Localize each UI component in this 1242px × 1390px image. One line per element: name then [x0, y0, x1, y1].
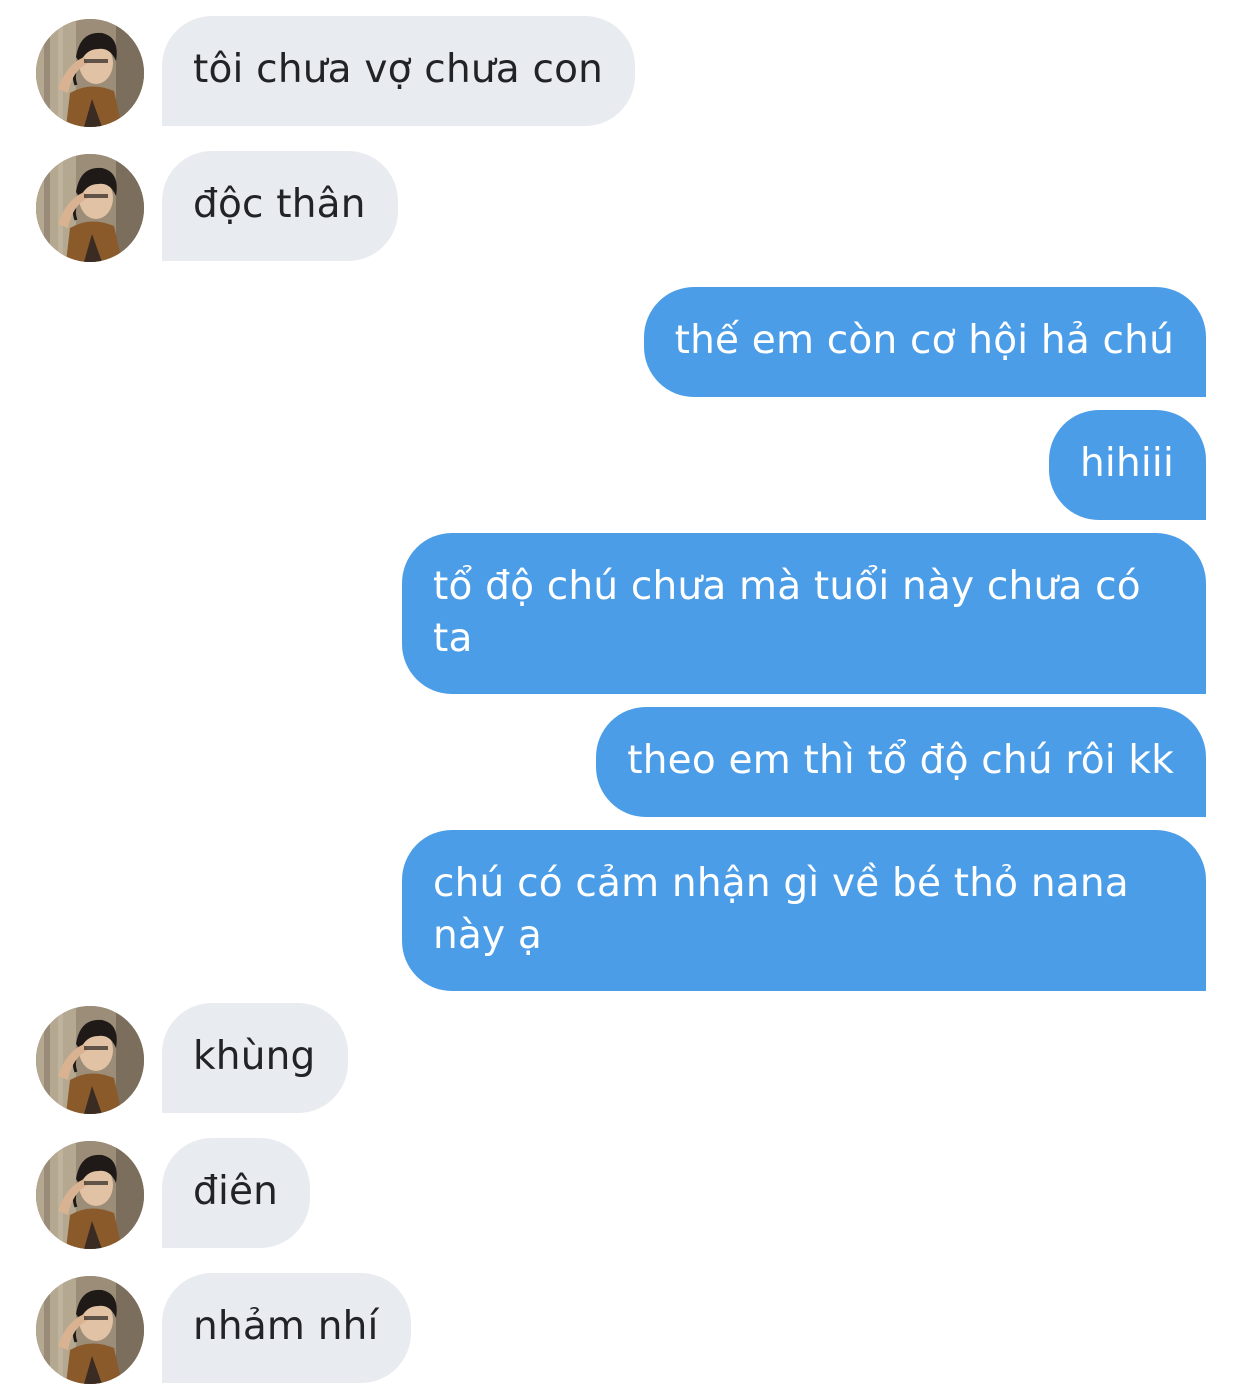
- outgoing-message-bubble[interactable]: thế em còn cơ hội hả chú: [643, 287, 1206, 397]
- contact-avatar[interactable]: [36, 1141, 144, 1249]
- incoming-message-bubble[interactable]: điên: [162, 1138, 311, 1248]
- outgoing-message-bubble[interactable]: tổ độ chú chưa mà tuổi này chưa có ta: [402, 533, 1206, 694]
- chat-thread: tôi chưa vợ chưa con độc thân thế em còn…: [0, 0, 1242, 1390]
- outgoing-message-bubble[interactable]: hihiii: [1049, 410, 1206, 520]
- incoming-message-bubble[interactable]: tôi chưa vợ chưa con: [162, 16, 636, 126]
- avatar-photo-icon: [36, 1276, 144, 1384]
- incoming-message-bubble[interactable]: khùng: [162, 1003, 348, 1113]
- outgoing-message-bubble[interactable]: theo em thì tổ độ chú rôi kk: [596, 707, 1206, 817]
- contact-avatar[interactable]: [36, 19, 144, 127]
- incoming-message-bubble[interactable]: nhảm nhí: [162, 1273, 411, 1383]
- outgoing-message-bubble[interactable]: chú có cảm nhận gì về bé thỏ nana này ạ: [402, 830, 1206, 991]
- contact-avatar[interactable]: [36, 1006, 144, 1114]
- avatar-photo-icon: [36, 1141, 144, 1249]
- contact-avatar[interactable]: [36, 1276, 144, 1384]
- contact-avatar[interactable]: [36, 154, 144, 262]
- avatar-photo-icon: [36, 1006, 144, 1114]
- avatar-photo-icon: [36, 154, 144, 262]
- avatar-photo-icon: [36, 19, 144, 127]
- incoming-message-bubble[interactable]: độc thân: [162, 151, 398, 261]
